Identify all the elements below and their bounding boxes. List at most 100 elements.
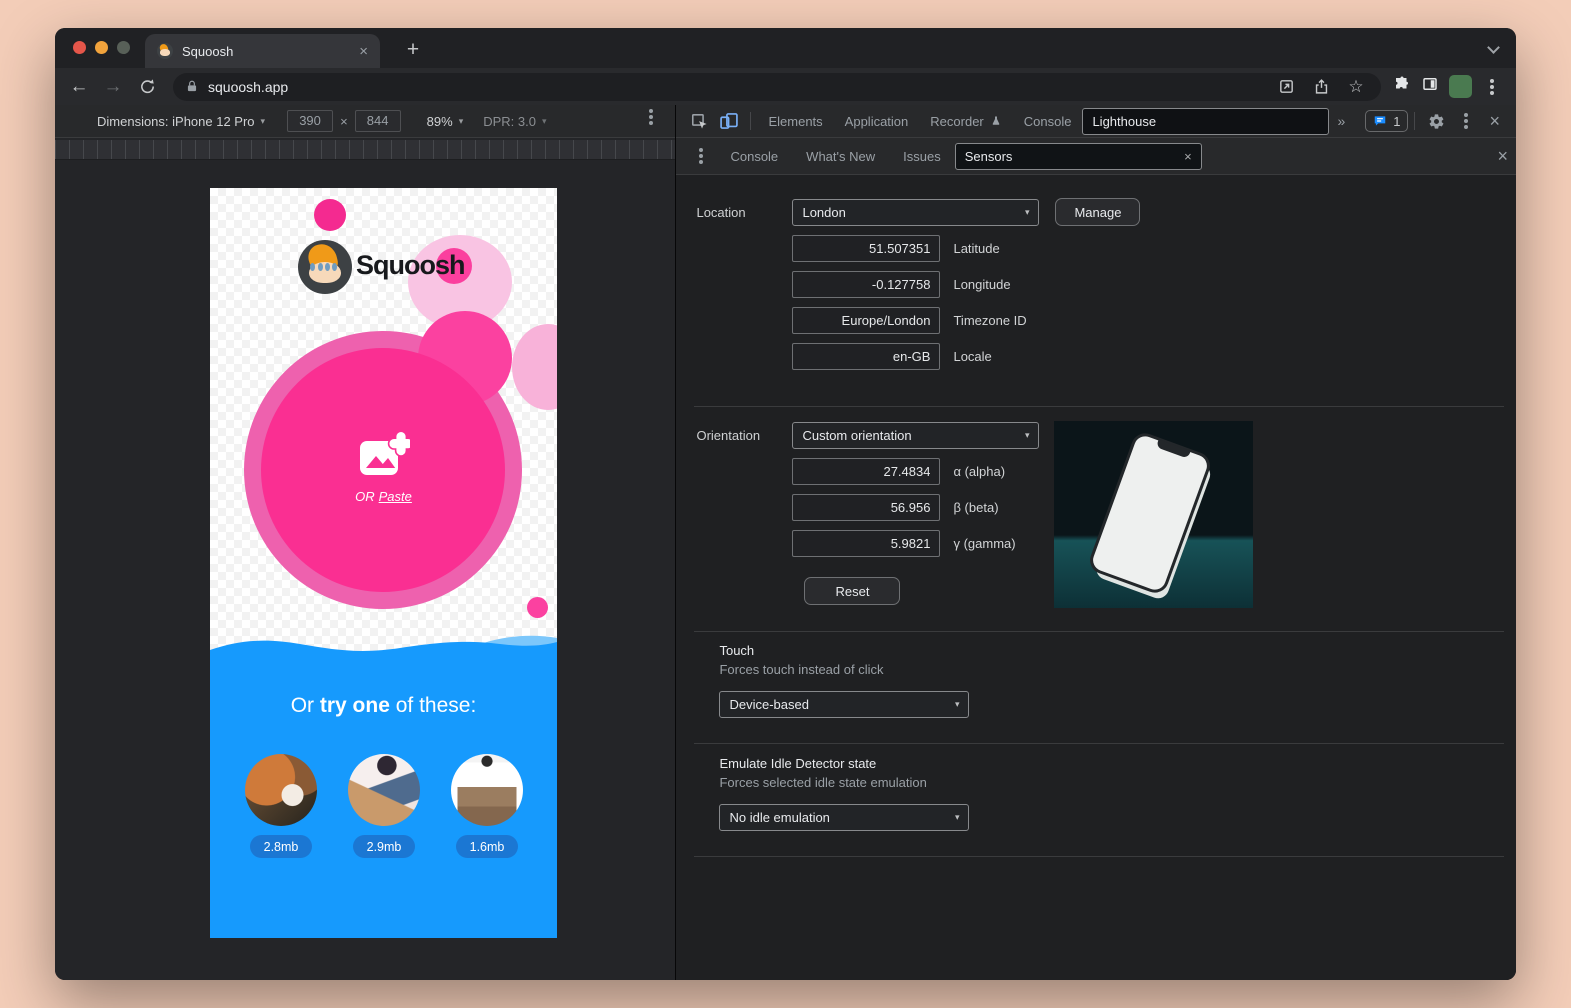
beta-input[interactable] (792, 494, 940, 521)
open-in-new-icon (1278, 78, 1295, 95)
select-caret-icon: ▾ (955, 812, 960, 823)
tab-application[interactable]: Application (834, 105, 920, 138)
window-controls (73, 41, 130, 54)
sensors-tab-close-icon[interactable]: × (1184, 149, 1192, 164)
beta-label: β (beta) (953, 500, 998, 515)
tab-search-chevron-icon[interactable] (1487, 41, 1500, 54)
timezone-label: Timezone ID (953, 313, 1026, 328)
demo-image-phone-screenshot[interactable] (451, 754, 523, 826)
share-button[interactable] (1308, 74, 1334, 100)
horizontal-ruler (55, 140, 675, 160)
longitude-input[interactable] (792, 271, 940, 298)
zoom-caret-icon: ▾ (459, 116, 464, 127)
dpr-select[interactable]: DPR: 3.0 (483, 114, 536, 129)
timezone-input[interactable] (792, 307, 940, 334)
touch-select[interactable]: Device-based ▾ (719, 691, 969, 718)
gamma-input[interactable] (792, 530, 940, 557)
alpha-input[interactable] (792, 458, 940, 485)
demo-size-badge: 2.8mb (250, 835, 312, 858)
select-caret-icon: ▾ (1025, 430, 1030, 441)
device-toolbar-menu-kebab-icon[interactable] (649, 115, 653, 119)
touch-title: Touch (719, 643, 969, 658)
section-divider (694, 631, 1504, 632)
browser-menu-kebab-icon[interactable] (1490, 85, 1494, 89)
dpr-caret-icon: ▾ (542, 116, 547, 127)
locale-input[interactable] (792, 343, 940, 370)
demo-image-red-panda[interactable] (245, 754, 317, 826)
tab-elements[interactable]: Elements (757, 105, 833, 138)
drawer-menu-kebab-icon[interactable] (686, 143, 716, 169)
squoosh-wordmark: Squoosh (356, 250, 465, 281)
longitude-label: Longitude (953, 277, 1010, 292)
extensions-button[interactable] (1393, 75, 1411, 98)
edge-blob-decoration (512, 324, 557, 410)
install-app-button[interactable] (1273, 74, 1299, 100)
demo-heading: Or try one of these: (210, 694, 557, 718)
browser-tab[interactable]: Squoosh × (145, 34, 380, 68)
orientation-phone-preview[interactable] (1054, 421, 1253, 608)
devtools-toolbar: Elements Application Recorder Console Li… (676, 105, 1516, 138)
message-bubble-icon (1373, 114, 1387, 128)
latitude-input[interactable] (792, 235, 940, 262)
issues-count: 1 (1393, 114, 1400, 129)
forward-button[interactable]: → (99, 73, 127, 101)
drawer-tab-whats-new[interactable]: What's New (792, 138, 889, 175)
drawer-tab-issues[interactable]: Issues (889, 138, 955, 175)
location-section: Location London ▾ Manage Latitude (696, 198, 1140, 370)
profile-avatar[interactable] (1449, 75, 1472, 98)
locale-label: Locale (953, 349, 991, 364)
dimensions-caret-icon: ▾ (261, 116, 266, 127)
drawer-tab-sensors[interactable]: Sensors × (955, 143, 1202, 170)
toggle-device-toolbar-button[interactable] (714, 108, 744, 134)
inspect-cursor-icon (690, 112, 709, 131)
select-image-button[interactable] (358, 431, 410, 484)
tab-recorder[interactable]: Recorder (919, 105, 1012, 138)
tab-close-icon[interactable]: × (359, 44, 368, 59)
minimize-window-button[interactable] (95, 41, 108, 54)
device-width-input[interactable]: 390 (287, 110, 333, 132)
devtools-menu-kebab-icon[interactable] (1451, 108, 1481, 134)
flask-icon (990, 115, 1002, 127)
idle-state-select[interactable]: No idle emulation ▾ (719, 804, 969, 831)
tab-console[interactable]: Console (1013, 105, 1083, 138)
address-bar[interactable]: squoosh.app ☆ (173, 73, 1381, 101)
demo-image-artwork[interactable] (348, 754, 420, 826)
zoom-window-button[interactable] (117, 41, 130, 54)
squoosh-favicon-icon (157, 43, 173, 59)
toolbar-divider (750, 112, 751, 130)
zoom-select[interactable]: 89% (427, 114, 453, 129)
alpha-label: α (alpha) (953, 464, 1005, 479)
idle-detector-section: Emulate Idle Detector state Forces selec… (719, 756, 969, 831)
device-height-input[interactable]: 844 (355, 110, 401, 132)
bookmark-star-icon[interactable]: ☆ (1343, 74, 1369, 100)
device-emulation-pane: Dimensions: iPhone 12 Pro ▾ 390 × 844 89… (55, 105, 676, 980)
drawer-close-button[interactable]: × (1489, 146, 1516, 167)
new-tab-button[interactable]: + (399, 36, 427, 64)
add-image-icon (358, 431, 410, 479)
url-text: squoosh.app (208, 79, 1264, 95)
location-preset-select[interactable]: London ▾ (792, 199, 1039, 226)
close-window-button[interactable] (73, 41, 86, 54)
devtools-pane: Elements Application Recorder Console Li… (676, 105, 1516, 980)
browser-window: Squoosh × + ← → squoosh.app ☆ (55, 28, 1516, 980)
back-button[interactable]: ← (65, 73, 93, 101)
reload-icon (139, 78, 156, 95)
orientation-preset-select[interactable]: Custom orientation ▾ (792, 422, 1039, 449)
tab-lighthouse[interactable]: Lighthouse (1082, 108, 1329, 135)
devtools-settings-button[interactable] (1421, 108, 1451, 134)
tab-strip: Squoosh × + (55, 28, 1516, 68)
paste-link[interactable]: Paste (379, 489, 412, 504)
reload-button[interactable] (133, 73, 161, 101)
more-tabs-button[interactable]: » (1329, 113, 1353, 129)
browser-toolbar: ← → squoosh.app ☆ (55, 68, 1516, 105)
reset-orientation-button[interactable]: Reset (804, 577, 900, 605)
pink-blob-decoration (314, 199, 346, 231)
side-panel-button[interactable] (1421, 75, 1439, 98)
drawer-tab-console[interactable]: Console (716, 138, 792, 175)
devtools-close-button[interactable]: × (1481, 111, 1508, 132)
device-dimensions-select[interactable]: Dimensions: iPhone 12 Pro (97, 114, 255, 129)
manage-locations-button[interactable]: Manage (1055, 198, 1140, 226)
issues-counter-button[interactable]: 1 (1365, 110, 1408, 132)
gamma-label: γ (gamma) (953, 536, 1015, 551)
inspect-element-button[interactable] (684, 108, 714, 134)
